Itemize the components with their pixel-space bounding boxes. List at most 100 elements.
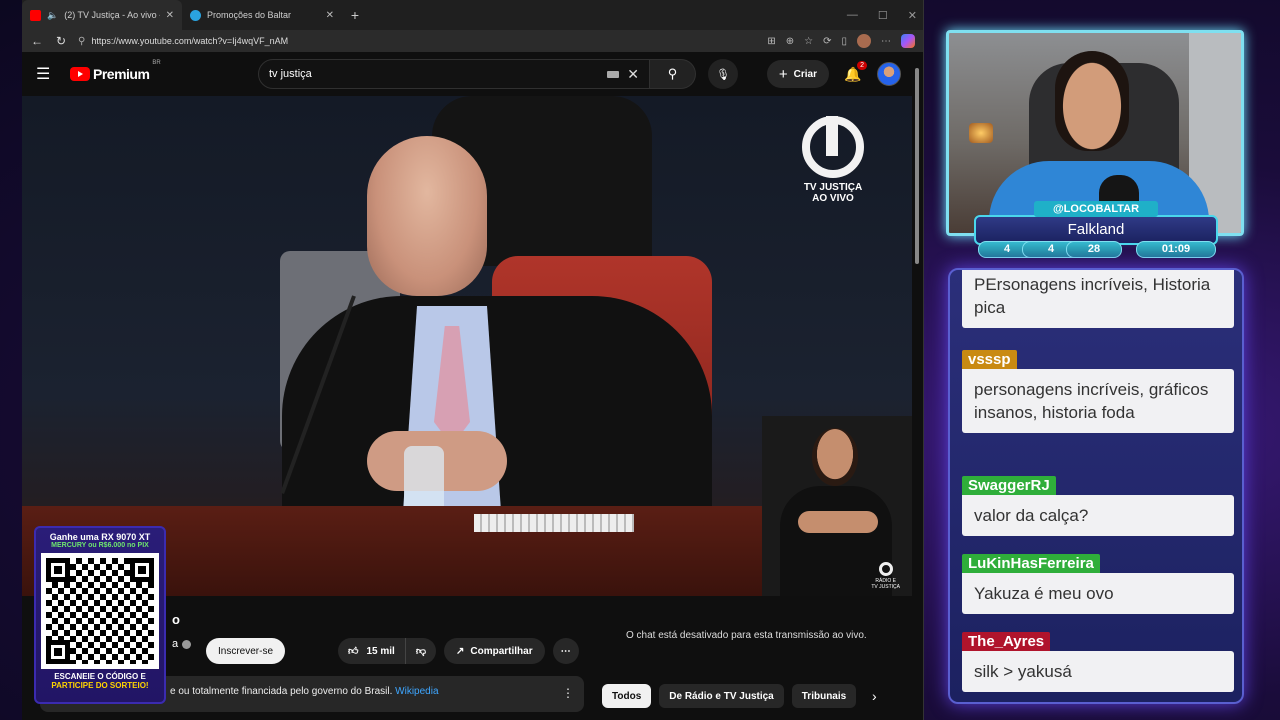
split-screen-icon[interactable]: ▯ [841, 36, 847, 47]
description-text: e ou totalmente financiada pelo governo … [170, 686, 393, 697]
create-label: Criar [793, 68, 817, 80]
dislike-button[interactable]: 👎︎ [406, 638, 436, 664]
voice-search-button[interactable]: 🎙 [708, 59, 738, 89]
speaker-icon[interactable]: 🔈 [47, 10, 58, 21]
clear-search-icon[interactable]: ✕ [627, 66, 639, 83]
url-text: https://www.youtube.com/watch?v=Ij4wqVF_… [91, 36, 289, 46]
search-icon: ⚲ [667, 66, 678, 81]
tab-telegram[interactable]: Promoções do Baltar ✕ [182, 0, 342, 30]
notifications-button[interactable]: 🔔 2 [841, 60, 867, 83]
chat-username: The_Ayres [962, 632, 1051, 651]
app-grid-icon[interactable]: ⊞ [767, 36, 775, 47]
chip-radio-tv-justica[interactable]: De Rádio e TV Justiça [659, 684, 784, 708]
chat-text: silk > yakusá [962, 651, 1234, 692]
qr-code [41, 553, 159, 669]
chat-username: vsssp [962, 350, 1017, 369]
youtube-header: ☰ Premium BR tv justiça ✕ ⚲ 🎙 + Criar 🔔 … [22, 52, 923, 96]
search-query: tv justiça [269, 68, 312, 80]
streamer-handle: @LOCOBALTAR [1034, 201, 1158, 217]
tv-justica-ring-icon [802, 116, 864, 178]
youtube-play-icon [70, 67, 90, 81]
giveaway-line3: ESCANEIE O CÓDIGO E [54, 672, 146, 681]
more-dots-icon: ⋯ [560, 645, 571, 657]
wikipedia-link[interactable]: Wikipedia [395, 686, 438, 697]
keyboard-icon[interactable] [607, 70, 620, 78]
streamer-nameplate: @LOCOBALTAR Falkland 4 4 28 01:09 [974, 201, 1218, 261]
chat-text: personagens incríveis, gráficos insanos,… [962, 369, 1234, 433]
site-info-icon[interactable]: ⚲ [78, 36, 85, 47]
url-field[interactable]: ⚲ https://www.youtube.com/watch?v=Ij4wqV… [78, 36, 757, 47]
thumbs-down-icon: 👎︎ [415, 646, 426, 657]
speaker-head [367, 136, 487, 296]
brand-name: Premium [93, 66, 150, 82]
chat-message: vsssp personagens incríveis, gráficos in… [962, 350, 1234, 433]
papers [474, 514, 634, 532]
chip-tribunais[interactable]: Tribunais [791, 684, 857, 708]
tab-bar: 🔈 (2) TV Justiça - Ao vivo - You ✕ Promo… [22, 0, 923, 30]
thumbs-up-icon: 👍︎ [348, 646, 359, 657]
close-window-button[interactable]: ✕ [908, 9, 917, 22]
tv-justica-logo: TV JUSTIÇA AO VIVO [798, 116, 868, 204]
tab-youtube[interactable]: 🔈 (2) TV Justiça - Ao vivo - You ✕ [22, 0, 182, 30]
profile-avatar[interactable] [857, 34, 871, 48]
share-button[interactable]: ↗ Compartilhar [443, 638, 545, 664]
favorite-star-icon[interactable]: ☆ [804, 36, 813, 47]
like-button[interactable]: 👍︎ 15 mil [338, 638, 406, 664]
search-button[interactable]: ⚲ [650, 59, 696, 89]
chat-username: SwaggerRJ [962, 476, 1056, 495]
new-tab-button[interactable]: + [342, 7, 368, 23]
description-menu-icon[interactable]: ⋮ [562, 686, 574, 700]
telegram-favicon-icon [190, 9, 201, 21]
logo-line2: AO VIVO [812, 193, 854, 204]
close-tab-icon[interactable]: ✕ [166, 10, 174, 21]
stats-row: 4 4 28 01:09 [974, 241, 1218, 261]
channel-name-text: a [172, 638, 179, 650]
zoom-icon[interactable]: ⊕ [786, 36, 794, 47]
more-menu-icon[interactable]: ⋯ [881, 36, 891, 47]
giveaway-card: Ganhe uma RX 9070 XT MERCURY ou R$6.000 … [34, 526, 166, 704]
search-input[interactable]: tv justiça ✕ [258, 59, 650, 89]
share-label: Compartilhar [470, 645, 533, 657]
video-title: o [172, 612, 180, 627]
maximize-button[interactable]: ☐ [878, 9, 888, 22]
back-arrow-icon[interactable]: ← [30, 34, 44, 48]
subscribe-button[interactable]: Inscrever-se [206, 638, 286, 664]
extensions-icon[interactable]: ⟳ [823, 36, 831, 47]
create-button[interactable]: + Criar [766, 60, 829, 88]
chat-disabled-message: O chat está desativado para esta transmi… [626, 630, 867, 641]
channel-name[interactable]: a [172, 638, 192, 650]
stat-3: 28 [1066, 241, 1122, 258]
chat-username: LuKinHasFerreira [962, 554, 1100, 573]
logo-line1: TV JUSTIÇA [803, 182, 863, 193]
minimize-button[interactable]: — [847, 9, 858, 21]
more-actions-button[interactable]: ⋯ [552, 638, 579, 664]
plus-icon: + [778, 65, 788, 83]
giveaway-line4: PARTICIPE DO SORTEIO! [51, 681, 149, 690]
page-scrollbar[interactable] [915, 56, 921, 716]
youtube-favicon-icon [30, 9, 41, 21]
hamburger-menu-icon[interactable]: ☰ [36, 64, 62, 84]
giveaway-line2: MERCURY ou R$6.000 no PIX [51, 542, 149, 549]
copilot-icon[interactable] [901, 34, 915, 48]
account-avatar[interactable] [877, 62, 901, 86]
chevron-right-icon[interactable]: › [872, 688, 877, 704]
chat-message: PErsonagens incríveis, Historia pica [962, 270, 1234, 328]
youtube-logo[interactable]: Premium BR [70, 60, 161, 82]
tab-title: Promoções do Baltar [207, 10, 292, 20]
share-icon: ↗ [455, 645, 465, 657]
like-count: 15 mil [366, 645, 395, 657]
chip-todos[interactable]: Todos [602, 684, 652, 708]
close-tab-icon[interactable]: ✕ [326, 10, 334, 21]
chat-message: SwaggerRJ valor da calça? [962, 476, 1234, 536]
corner-logo: RÁDIO E TV JUSTIÇA [871, 562, 900, 590]
corner-ring-icon [878, 562, 893, 576]
video-player[interactable]: TV JUSTIÇA AO VIVO RÁDIO E TV JUSTIÇA [22, 96, 912, 596]
filter-chips: Todos De Rádio e TV Justiça Tribunais [602, 684, 857, 708]
region-code: BR [152, 60, 161, 66]
chat-text: Yakuza é meu ovo [962, 573, 1234, 614]
like-dislike-group: 👍︎ 15 mil 👎︎ [338, 638, 436, 664]
refresh-icon[interactable]: ↻ [54, 34, 68, 48]
notification-badge: 2 [857, 60, 867, 70]
address-bar: ← ↻ ⚲ https://www.youtube.com/watch?v=Ij… [22, 30, 923, 52]
stream-chat: PErsonagens incríveis, Historia pica vss… [948, 268, 1244, 704]
